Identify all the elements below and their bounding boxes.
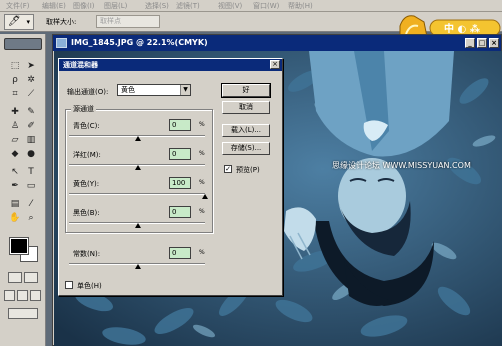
slice-icon[interactable]: ⟋: [24, 88, 38, 101]
toolbox-header[interactable]: [4, 38, 42, 50]
magenta-input[interactable]: 0: [169, 148, 191, 160]
healing-brush-icon[interactable]: ✚: [8, 106, 22, 119]
menu-image[interactable]: 图像(I): [73, 1, 95, 11]
eyedropper-icon: 🖊: [8, 16, 21, 27]
save-button[interactable]: 存储(S)...: [222, 142, 270, 155]
output-channel-value: 黄色: [121, 86, 135, 94]
constant-slider-thumb[interactable]: [135, 264, 141, 269]
standard-mode-button[interactable]: [8, 272, 22, 283]
quick-mask-button[interactable]: [24, 272, 38, 283]
foreground-color-swatch[interactable]: [9, 237, 29, 255]
menu-layer[interactable]: 图层(L): [104, 1, 127, 11]
monochrome-label: 单色(H): [77, 282, 102, 290]
menu-filter[interactable]: 滤镜(T): [176, 1, 200, 11]
brush-icon[interactable]: ✎: [24, 106, 38, 119]
screen-mode-full-menu-button[interactable]: [17, 290, 28, 301]
notes-icon[interactable]: ▤: [8, 198, 22, 211]
close-icon[interactable]: ×: [489, 38, 499, 48]
yellow-slider-track[interactable]: [69, 193, 205, 195]
magenta-unit: %: [199, 150, 205, 157]
chevron-down-icon: ▾: [26, 18, 30, 26]
cyan-input[interactable]: 0: [169, 119, 191, 131]
eraser-icon[interactable]: ▱: [8, 134, 22, 147]
gradient-icon[interactable]: ▥: [24, 134, 38, 147]
source-channels-label: 源通道: [71, 104, 96, 114]
clone-stamp-icon[interactable]: ♙: [8, 120, 22, 133]
screen-mode-standard-button[interactable]: [4, 290, 15, 301]
watermark-text: 思缘设计论坛 WWW.MISSYUAN.COM: [332, 161, 471, 170]
chevron-down-icon: ▼: [180, 85, 190, 95]
menu-bar: 文件(F) 编辑(E) 图像(I) 图层(L) 选择(S) 滤镜(T) 视图(V…: [0, 0, 502, 12]
screen-mode-full-button[interactable]: [30, 290, 41, 301]
lasso-icon[interactable]: ρ: [8, 74, 22, 87]
dodge-icon[interactable]: ●: [24, 148, 38, 161]
dialog-title[interactable]: 通道混和器: [59, 59, 282, 71]
options-bar: 🖊 ▾ 取样大小: 取样点 中 ◐ ⁂: [0, 12, 502, 42]
channel-mixer-dialog: 通道混和器 × 输出通道(O): 黄色 ▼ 源通道 青色(C): 0 % 洋红(…: [58, 58, 283, 296]
ok-button[interactable]: 好: [221, 83, 271, 98]
cancel-button[interactable]: 取消: [222, 101, 270, 114]
document-icon: [56, 38, 67, 48]
path-selection-icon[interactable]: ↖: [8, 166, 22, 179]
menu-view[interactable]: 视图(V): [218, 1, 242, 11]
menu-file[interactable]: 文件(F): [6, 1, 30, 11]
pen-icon[interactable]: ✒: [8, 180, 22, 193]
toolbox-panel: ⬚ ➤ ρ ✲ ⌗ ⟋ ✚ ✎ ♙ ✐ ▱ ▥ ◆ ● ↖ T ✒ ▭ ▤ ⁄ …: [0, 34, 46, 346]
menu-edit[interactable]: 编辑(E): [42, 1, 66, 11]
sample-size-select[interactable]: 取样点: [96, 15, 160, 28]
document-title-text: IMG_1845.JPG @ 22.1%(CMYK): [71, 38, 208, 47]
menu-help[interactable]: 帮助(H): [288, 1, 313, 11]
monochrome-checkbox[interactable]: [65, 281, 73, 289]
cyan-slider-thumb[interactable]: [135, 136, 141, 141]
black-label: 黑色(B):: [73, 209, 100, 217]
marquee-icon[interactable]: ⬚: [8, 60, 22, 73]
output-channel-select[interactable]: 黄色 ▼: [117, 84, 191, 96]
load-button[interactable]: 载入(L)...: [222, 124, 270, 137]
zoom-icon[interactable]: ⌕: [24, 212, 38, 225]
close-icon[interactable]: ×: [270, 60, 280, 69]
shape-icon[interactable]: ▭: [24, 180, 38, 193]
document-title[interactable]: IMG_1845.JPG @ 22.1%(CMYK) _ □ ×: [53, 35, 501, 51]
cyan-unit: %: [199, 121, 205, 128]
menu-window[interactable]: 窗口(W): [253, 1, 279, 11]
sample-size-label: 取样大小:: [46, 18, 77, 26]
maximize-button[interactable]: □: [477, 38, 487, 48]
black-unit: %: [199, 208, 205, 215]
move-icon[interactable]: ➤: [24, 60, 38, 73]
yellow-unit: %: [199, 179, 205, 186]
preview-label: 预览(P): [236, 166, 260, 174]
yellow-slider-thumb[interactable]: [202, 194, 208, 199]
blur-icon[interactable]: ◆: [8, 148, 22, 161]
crop-icon[interactable]: ⌗: [8, 88, 22, 101]
black-slider-thumb[interactable]: [135, 223, 141, 228]
magic-wand-icon[interactable]: ✲: [24, 74, 38, 87]
constant-unit: %: [199, 249, 205, 256]
tool-preset-picker[interactable]: 🖊 ▾: [4, 14, 34, 30]
hand-icon[interactable]: ✋: [8, 212, 22, 225]
minimize-button[interactable]: _: [465, 38, 475, 48]
preview-checkbox[interactable]: ✓: [224, 165, 232, 173]
history-brush-icon[interactable]: ✐: [24, 120, 38, 133]
jump-to-imageready-button[interactable]: [8, 308, 38, 319]
magenta-slider-thumb[interactable]: [135, 165, 141, 170]
menu-select[interactable]: 选择(S): [145, 1, 169, 11]
constant-label: 常数(N):: [73, 250, 101, 258]
cyan-label: 青色(C):: [73, 122, 100, 130]
eyedropper-tool-icon[interactable]: ⁄: [24, 198, 38, 211]
output-channel-label: 输出通道(O):: [67, 88, 109, 96]
magenta-label: 洋红(M):: [73, 151, 101, 159]
black-input[interactable]: 0: [169, 206, 191, 218]
yellow-input[interactable]: 100: [169, 177, 191, 189]
type-icon[interactable]: T: [24, 166, 38, 179]
yellow-label: 黄色(Y):: [73, 180, 100, 188]
constant-input[interactable]: 0: [169, 247, 191, 259]
